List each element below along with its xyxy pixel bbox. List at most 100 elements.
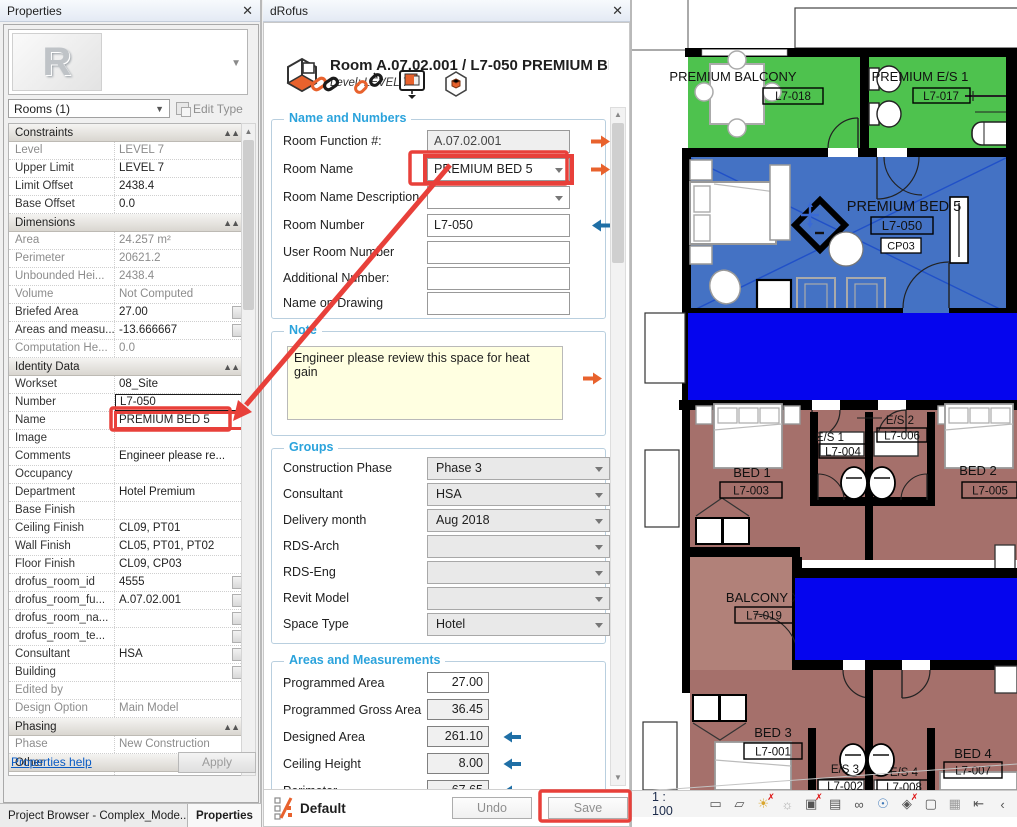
room-label[interactable]: BALCONY X <box>726 590 801 605</box>
corridor[interactable] <box>688 313 1017 400</box>
drofus-scrollbar[interactable]: ▲ ▼ <box>610 107 626 786</box>
close-icon[interactable]: ✕ <box>242 4 253 17</box>
temporary-view-properties-icon[interactable]: ▢ <box>922 796 939 813</box>
view-scale-button[interactable]: 1 : 100 <box>652 790 690 818</box>
perimeter-field[interactable]: 67.65 <box>427 780 489 789</box>
visual-style-icon[interactable]: ▱ <box>731 796 748 813</box>
collapse-bar-icon[interactable]: ‹ <box>994 796 1011 813</box>
room-number-label[interactable]: L7-003 <box>733 486 769 498</box>
edit-type-button[interactable]: Edit Type <box>176 99 256 118</box>
rds-eng-dropdown[interactable] <box>427 561 610 584</box>
room-number-label[interactable]: L7-004 <box>825 447 861 459</box>
room-number-field[interactable]: L7-050 <box>427 214 570 237</box>
property-row[interactable]: Level LEVEL 7 <box>9 142 245 160</box>
collapse-icon[interactable]: ▲▲ <box>223 128 239 138</box>
room-number-label[interactable]: L7-008 <box>886 782 922 790</box>
reveal-constraints-icon[interactable]: ⇤ <box>970 796 987 813</box>
property-row[interactable]: Limit Offset 2438.4 <box>9 178 245 196</box>
rds-arch-dropdown[interactable] <box>427 535 610 558</box>
push-to-drofus-arrow-icon[interactable] <box>590 135 612 151</box>
room-number-label[interactable]: L7-019 <box>746 611 782 623</box>
room-number-label[interactable]: L7-018 <box>775 91 811 103</box>
programmed-gross-area-field[interactable]: 36.45 <box>427 699 489 720</box>
room-label[interactable]: E/S 2 <box>886 415 914 427</box>
tab-properties[interactable]: Properties <box>188 804 262 827</box>
space-type-dropdown[interactable]: Hotel <box>427 613 610 636</box>
room-label[interactable]: BED 2 <box>959 463 997 478</box>
room-number-label[interactable]: L7-005 <box>972 486 1008 498</box>
property-row[interactable]: Base Offset 0.0 <box>9 196 245 214</box>
property-row[interactable]: Base Finish <box>9 502 245 520</box>
construction-phase-dropdown[interactable]: Phase 3 <box>427 457 610 480</box>
reveal-hidden-elements-icon[interactable]: ☉ <box>875 796 892 813</box>
pull-from-revit-arrow-icon[interactable] <box>502 758 522 773</box>
properties-help-link[interactable]: Properties help <box>8 755 92 769</box>
type-selector-chevron-icon[interactable]: ▼ <box>231 58 241 69</box>
rooms-filter-dropdown[interactable]: Rooms (1) ▼ <box>8 99 170 118</box>
crop-view-icon[interactable]: ▤ <box>827 796 844 813</box>
section-header-identity-data[interactable]: Identity Data▲▲ <box>9 358 245 376</box>
property-row[interactable]: Image <box>9 430 245 448</box>
user-room-number-field[interactable] <box>427 241 570 264</box>
property-row[interactable]: Briefed Area 27.00 <box>9 304 245 322</box>
property-row[interactable]: Consultant HSA <box>9 646 245 664</box>
section-header-phasing[interactable]: Phasing▲▲ <box>9 718 245 736</box>
room-name-dropdown[interactable]: PREMIUM BED 5 <box>427 158 570 181</box>
model-cube-icon[interactable] <box>442 70 470 98</box>
scroll-thumb[interactable] <box>243 140 254 310</box>
push-to-drofus-arrow-icon[interactable] <box>582 372 604 388</box>
property-row[interactable]: Comments Engineer please re... <box>9 448 245 466</box>
consultant-dropdown[interactable]: HSA <box>427 483 610 506</box>
temporary-hide-isolate-icon[interactable]: ∞ <box>851 796 868 813</box>
property-row[interactable]: Number L7-050 <box>9 394 245 412</box>
scroll-up-icon[interactable]: ▲ <box>611 108 625 122</box>
property-row[interactable]: Edited by <box>9 682 245 700</box>
collapse-icon[interactable]: ▲▲ <box>223 722 239 732</box>
displacement-sets-icon[interactable]: ▦ <box>946 796 963 813</box>
pull-from-revit-arrow-icon[interactable] <box>590 219 612 235</box>
room-label[interactable]: E/S 3 <box>831 764 859 776</box>
property-row[interactable]: Floor Finish CL09, CP03 <box>9 556 245 574</box>
save-button[interactable]: Save <box>548 797 628 819</box>
room-label[interactable]: E/S 1 <box>816 432 844 444</box>
push-to-drofus-arrow-icon[interactable] <box>590 163 612 179</box>
room-number-label[interactable]: L7-002 <box>827 781 863 790</box>
room-number-label[interactable]: L7-017 <box>923 91 959 103</box>
property-row[interactable]: Design Option Main Model <box>9 700 245 718</box>
corridor-lobby[interactable] <box>795 578 1017 660</box>
note-textarea[interactable]: Engineer please review this space for he… <box>287 346 563 420</box>
property-row[interactable]: drofus_room_te... <box>9 628 245 646</box>
additional-number-field[interactable] <box>427 267 570 290</box>
room-label[interactable]: PREMIUM BALCONY <box>669 69 796 84</box>
floor-plan-drawing[interactable]: PREMIUM BALCONY L7-018 PREMIUM E/S 1 PR … <box>632 0 1017 790</box>
pull-from-revit-arrow-icon[interactable] <box>502 731 522 746</box>
property-row[interactable]: drofus_room_na... <box>9 610 245 628</box>
property-row[interactable]: Perimeter 20621.2 <box>9 250 245 268</box>
room-name-description-dropdown[interactable] <box>427 186 570 209</box>
property-row[interactable]: Department Hotel Premium <box>9 484 245 502</box>
collapse-icon[interactable]: ▲▲ <box>223 362 239 372</box>
property-row[interactable]: Computation He... 0.0 <box>9 340 245 358</box>
programmed-area-field[interactable]: 27.00 <box>427 672 489 693</box>
room-label[interactable]: BED 4 <box>954 746 992 761</box>
properties-scrollbar[interactable]: ▲ ▼ <box>241 123 256 776</box>
property-row[interactable]: Area 24.257 m² <box>9 232 245 250</box>
section-header-constraints[interactable]: Constraints▲▲ <box>9 124 245 142</box>
tab-project-browser[interactable]: Project Browser - Complex_Mode... <box>0 804 188 827</box>
ceiling-height-field[interactable]: 8.00 <box>427 753 489 774</box>
shadows-icon[interactable]: ☼ <box>779 796 796 813</box>
unlink-room-icon[interactable] <box>354 71 384 97</box>
link-room-icon[interactable] <box>310 71 340 97</box>
property-row[interactable]: Wall Finish CL05, PT01, PT02 <box>9 538 245 556</box>
profile-name[interactable]: Default <box>300 801 346 816</box>
property-row[interactable]: Workset 08_Site <box>9 376 245 394</box>
room-label[interactable]: BED 3 <box>754 725 792 740</box>
scroll-up-icon[interactable]: ▲ <box>242 124 255 139</box>
property-row[interactable]: Volume Not Computed <box>9 286 245 304</box>
property-row[interactable]: Unbounded Hei... 2438.4 <box>9 268 245 286</box>
room-function-field[interactable]: A.07.02.001 <box>427 130 570 153</box>
scroll-thumb[interactable] <box>612 123 624 263</box>
collapse-icon[interactable]: ▲▲ <box>223 218 239 228</box>
property-row[interactable]: Occupancy <box>9 466 245 484</box>
rendering-dialog-icon[interactable]: ▣✗ <box>803 796 820 813</box>
